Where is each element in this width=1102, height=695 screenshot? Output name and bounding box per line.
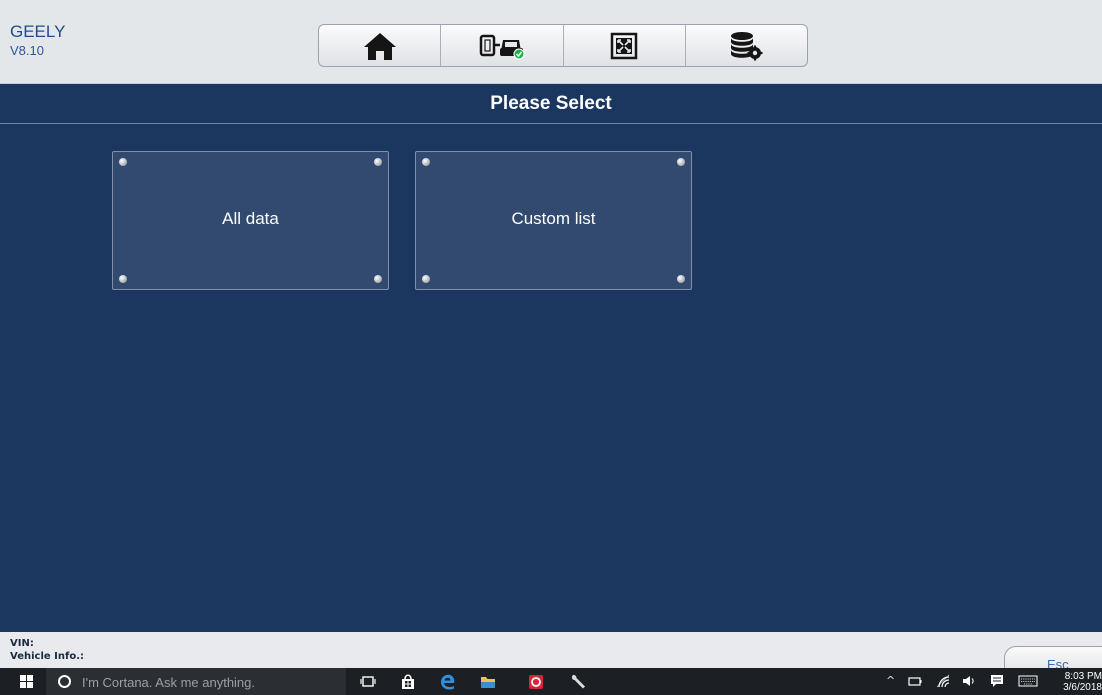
app-header: GEELY V8.10 — [0, 0, 1102, 84]
file-explorer-icon[interactable] — [480, 673, 496, 690]
all-data-tile[interactable]: All data — [112, 151, 389, 290]
windows-logo-icon — [20, 675, 26, 681]
system-clock[interactable]: 8:03 PM 3/6/2018 — [1058, 671, 1102, 693]
vin-label: VIN: — [10, 638, 34, 649]
screw-icon — [677, 158, 685, 166]
windows-start-button[interactable] — [20, 675, 34, 689]
screw-icon — [422, 158, 430, 166]
home-icon — [363, 32, 396, 60]
clock-date: 3/6/2018 — [1063, 682, 1102, 693]
show-hidden-icons[interactable]: ^ — [886, 674, 895, 687]
tile-label: Custom list — [511, 208, 596, 228]
screw-icon — [374, 158, 382, 166]
edge-browser-icon[interactable] — [440, 673, 456, 690]
volume-icon[interactable] — [962, 674, 976, 688]
task-view-icon[interactable] — [360, 673, 376, 690]
diagnostic-tool-icon[interactable] — [570, 673, 586, 690]
wifi-icon[interactable] — [936, 674, 950, 688]
device-vehicle-connection-icon — [479, 34, 525, 59]
action-center-icon[interactable] — [990, 674, 1004, 688]
database-settings-icon — [731, 31, 763, 60]
page-title: Please Select — [490, 92, 612, 114]
touch-keyboard-icon[interactable] — [1018, 674, 1038, 688]
vehicle-info-label: Vehicle Info.: — [10, 651, 84, 662]
vehicle-info-footer: VIN: Vehicle Info.: Esc — [0, 632, 1102, 680]
database-settings-button[interactable] — [686, 25, 807, 66]
store-icon[interactable] — [400, 673, 416, 690]
cortana-search-box[interactable]: I'm Cortana. Ask me anything. — [46, 668, 346, 695]
custom-list-tile[interactable]: Custom list — [415, 151, 692, 290]
screw-icon — [119, 158, 127, 166]
fullscreen-button[interactable] — [564, 25, 686, 66]
cortana-icon — [58, 675, 71, 688]
vehicle-connection-button[interactable] — [441, 25, 564, 66]
screw-icon — [374, 275, 382, 283]
brand-block: GEELY V8.10 — [10, 22, 65, 60]
page-title-bar: Please Select — [0, 84, 1102, 124]
options-panel: All data Custom list — [0, 125, 1102, 632]
main-toolbar — [318, 24, 808, 67]
tile-label: All data — [222, 208, 279, 228]
screw-icon — [677, 275, 685, 283]
search-placeholder: I'm Cortana. Ask me anything. — [82, 675, 256, 690]
app-red-icon[interactable] — [528, 673, 544, 690]
windows-taskbar: I'm Cortana. Ask me anything. ^ 8:03 PM … — [0, 668, 1102, 695]
fullscreen-icon — [610, 32, 638, 59]
brand-name: GEELY — [10, 22, 66, 41]
battery-icon[interactable] — [908, 674, 922, 688]
app-version: V8.10 — [10, 43, 44, 58]
clock-time: 8:03 PM — [1064, 671, 1102, 682]
home-button[interactable] — [319, 25, 442, 66]
screw-icon — [422, 275, 430, 283]
screw-icon — [119, 275, 127, 283]
